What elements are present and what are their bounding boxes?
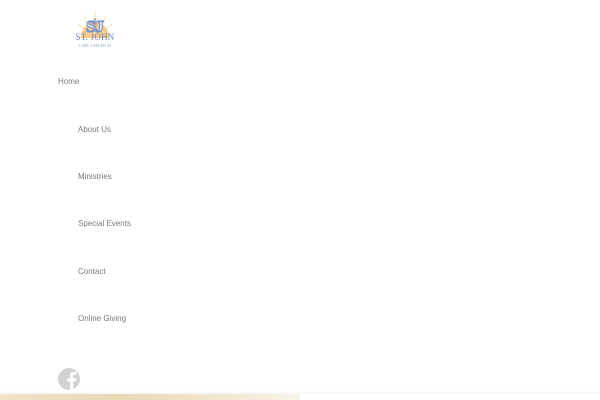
facebook-link[interactable] xyxy=(58,368,80,390)
nav-contact[interactable]: Contact xyxy=(78,267,106,277)
page: SJ ST. JOHN CME CHURCH Home About Us Min… xyxy=(0,0,600,400)
nav-online-giving[interactable]: Online Giving xyxy=(78,314,126,324)
nav-about-us[interactable]: About Us xyxy=(78,125,111,135)
logo-name: ST. JOHN xyxy=(75,32,115,42)
nav-ministries[interactable]: Ministries xyxy=(78,172,112,182)
logo-subtitle: CME CHURCH xyxy=(78,43,112,48)
hero-image-edge xyxy=(0,394,300,400)
nav-home[interactable]: Home xyxy=(58,77,79,87)
nav-special-events[interactable]: Special Events xyxy=(78,219,131,229)
